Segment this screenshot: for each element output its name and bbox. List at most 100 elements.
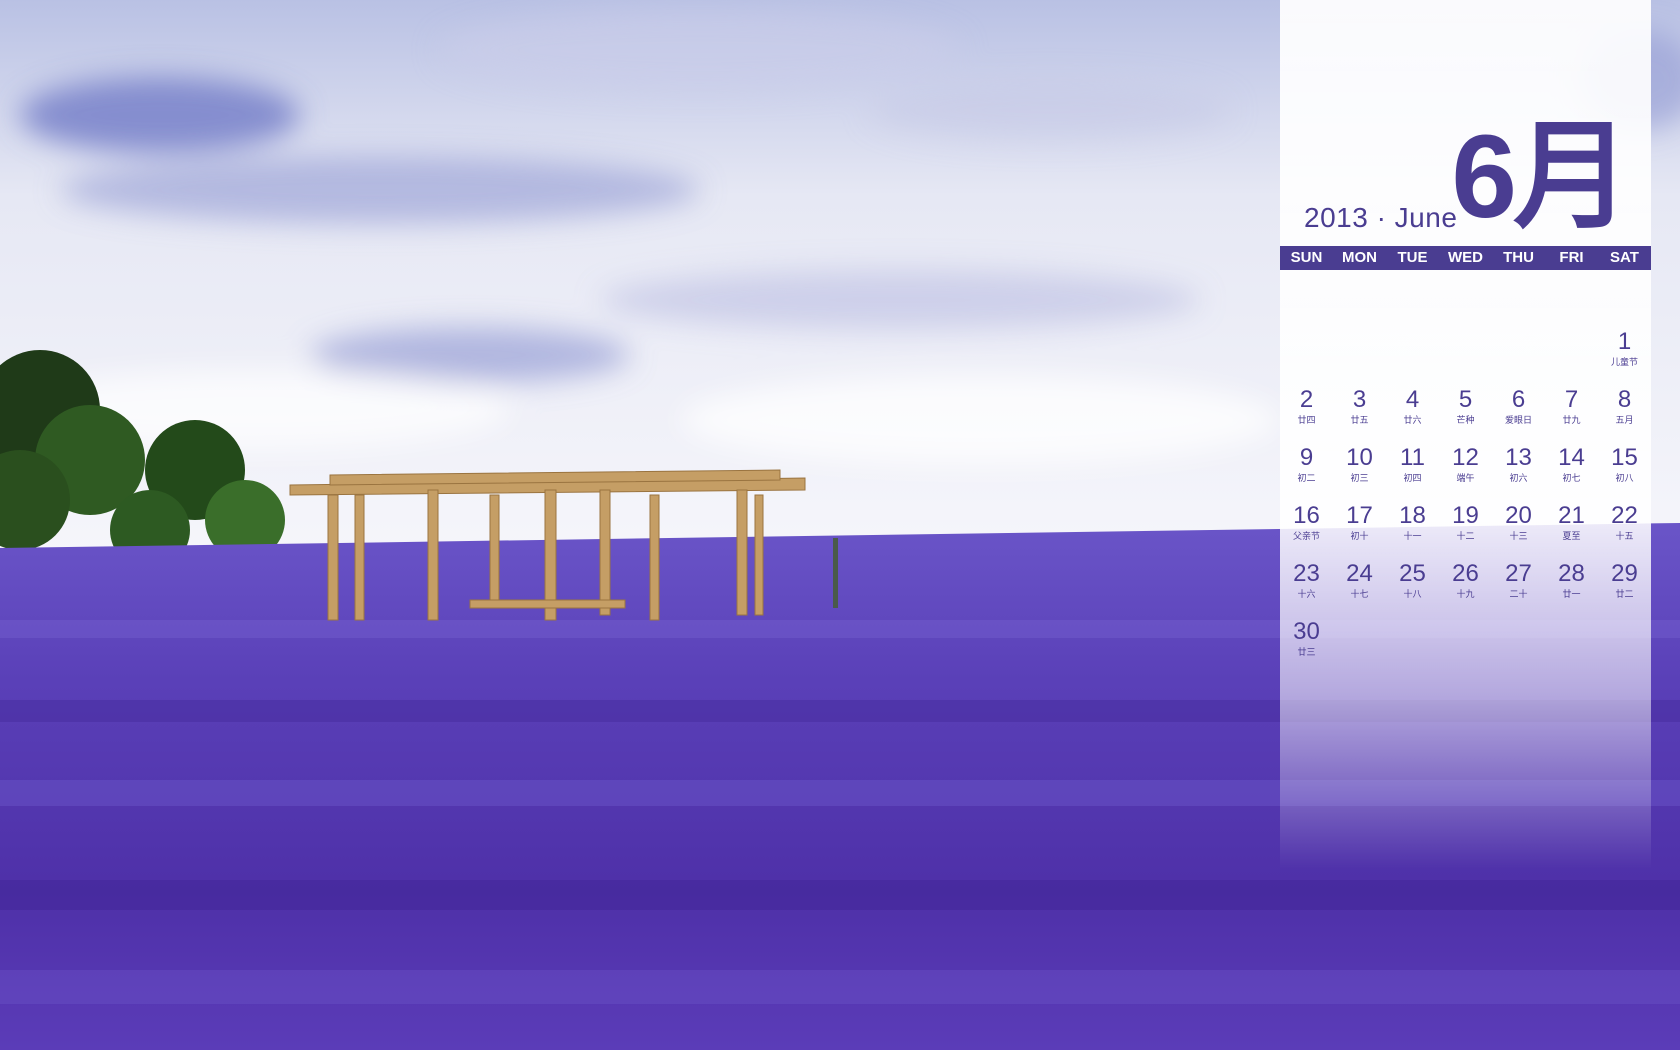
date-cell-13: 13 初六: [1492, 444, 1545, 502]
date-cell-18: 18 十一: [1386, 502, 1439, 560]
lunar-label: 廿二: [1615, 589, 1634, 599]
lunar-label: 十一: [1403, 531, 1422, 541]
lunar-label: 廿六: [1403, 415, 1422, 425]
lunar-label: 十六: [1297, 589, 1316, 599]
day-number: 11: [1400, 444, 1425, 471]
empty-cell: [1280, 328, 1333, 386]
week-row: 16 父亲节 17 初十 18 十一 19 十二 20 十三 21 夏至 22 十五: [1280, 502, 1651, 560]
empty-cell: [1439, 618, 1492, 676]
date-cell-17: 17 初十: [1333, 502, 1386, 560]
date-cell-1: 1 儿童节: [1598, 328, 1651, 386]
weekday-sun: SUN: [1290, 249, 1323, 266]
lunar-label: 儿童节: [1610, 357, 1638, 367]
empty-cell: [1333, 618, 1386, 676]
day-number: 1: [1617, 328, 1632, 355]
date-cell-23: 23 十六: [1280, 560, 1333, 618]
date-cell-25: 25 十八: [1386, 560, 1439, 618]
month-number: 6月: [1451, 111, 1631, 243]
date-cell-7: 7 廿九: [1545, 386, 1598, 444]
date-cell-4: 4 廿六: [1386, 386, 1439, 444]
day-number: 20: [1505, 502, 1532, 529]
lunar-label: 廿五: [1350, 415, 1369, 425]
day-number: 21: [1558, 502, 1585, 529]
empty-cell: [1545, 328, 1598, 386]
day-number: 4: [1405, 386, 1420, 413]
weekday-wed: WED: [1448, 249, 1483, 266]
day-number: 27: [1505, 560, 1532, 587]
week-row: 30 廿三: [1280, 618, 1651, 676]
date-cell-11: 11 初四: [1386, 444, 1439, 502]
weekday-tue: TUE: [1397, 249, 1428, 266]
weekday-thu: THU: [1503, 249, 1534, 266]
empty-cell: [1492, 328, 1545, 386]
day-number: 9: [1299, 444, 1314, 471]
empty-cell: [1386, 618, 1439, 676]
day-number: 7: [1564, 386, 1579, 413]
day-number: 25: [1399, 560, 1426, 587]
weekday-fri: FRI: [1559, 249, 1584, 266]
field-post: [833, 538, 838, 608]
day-number: 17: [1346, 502, 1373, 529]
lunar-label: 廿三: [1297, 647, 1316, 657]
weekday-sat: SAT: [1610, 249, 1639, 266]
date-cell-9: 9 初二: [1280, 444, 1333, 502]
lunar-label: 端午: [1456, 473, 1475, 483]
date-cell-2: 2 廿四: [1280, 386, 1333, 444]
weekday-mon: MON: [1342, 249, 1377, 266]
day-number: 6: [1511, 386, 1526, 413]
day-number: 22: [1611, 502, 1638, 529]
date-cell-16: 16 父亲节: [1280, 502, 1333, 560]
weekday-header: SUN MON TUE WED THU FRI SAT: [1280, 246, 1651, 270]
lunar-label: 初七: [1562, 473, 1581, 483]
lunar-label: 父亲节: [1292, 531, 1320, 541]
lunar-label: 十三: [1509, 531, 1528, 541]
week-row: 2 廿四 3 廿五 4 廿六 5 芒种 6 爱眼日 7 廿九 8 五月: [1280, 386, 1651, 444]
lunar-label: 芒种: [1456, 415, 1475, 425]
day-number: 2: [1299, 386, 1314, 413]
lunar-label: 廿九: [1562, 415, 1581, 425]
day-number: 23: [1293, 560, 1320, 587]
lunar-label: 二十: [1509, 589, 1528, 599]
day-number: 28: [1558, 560, 1585, 587]
lunar-label: 初三: [1350, 473, 1369, 483]
empty-cell: [1598, 618, 1651, 676]
date-cell-14: 14 初七: [1545, 444, 1598, 502]
date-cell-8: 8 五月: [1598, 386, 1651, 444]
empty-cell: [1386, 328, 1439, 386]
lunar-label: 夏至: [1562, 531, 1581, 541]
date-cell-28: 28 廿一: [1545, 560, 1598, 618]
lunar-label: 初十: [1350, 531, 1369, 541]
day-number: 12: [1452, 444, 1479, 471]
date-cell-3: 3 廿五: [1333, 386, 1386, 444]
date-cell-12: 12 端午: [1439, 444, 1492, 502]
day-number: 13: [1505, 444, 1532, 471]
date-cell-6: 6 爱眼日: [1492, 386, 1545, 444]
day-number: 5: [1458, 386, 1473, 413]
day-number: 3: [1352, 386, 1367, 413]
empty-cell: [1545, 618, 1598, 676]
week-row: 9 初二 10 初三 11 初四 12 端午 13 初六 14 初七 15 初八: [1280, 444, 1651, 502]
date-cell-10: 10 初三: [1333, 444, 1386, 502]
day-number: 16: [1293, 502, 1320, 529]
lunar-label: 十七: [1350, 589, 1369, 599]
day-number: 10: [1346, 444, 1373, 471]
calendar-panel: 2013 · June 6月 SUN MON TUE WED THU FRI SAT 1 儿童…: [1280, 0, 1651, 870]
lunar-label: 初八: [1615, 473, 1634, 483]
date-cell-5: 5 芒种: [1439, 386, 1492, 444]
date-cell-27: 27 二十: [1492, 560, 1545, 618]
empty-cell: [1333, 328, 1386, 386]
lunar-label: 十九: [1456, 589, 1475, 599]
day-number: 26: [1452, 560, 1479, 587]
week-row: 23 十六 24 十七 25 十八 26 十九 27 二十 28 廿一 29 廿二: [1280, 560, 1651, 618]
date-cell-21: 21 夏至: [1545, 502, 1598, 560]
day-number: 14: [1558, 444, 1585, 471]
lunar-label: 十二: [1456, 531, 1475, 541]
year-month-label: 2013 · June: [1304, 202, 1458, 233]
date-cell-19: 19 十二: [1439, 502, 1492, 560]
day-number: 24: [1346, 560, 1373, 587]
lunar-label: 初四: [1403, 473, 1422, 483]
lunar-label: 初二: [1297, 473, 1316, 483]
lunar-label: 廿一: [1562, 589, 1581, 599]
lunar-label: 爱眼日: [1504, 415, 1532, 425]
day-number: 15: [1611, 444, 1638, 471]
